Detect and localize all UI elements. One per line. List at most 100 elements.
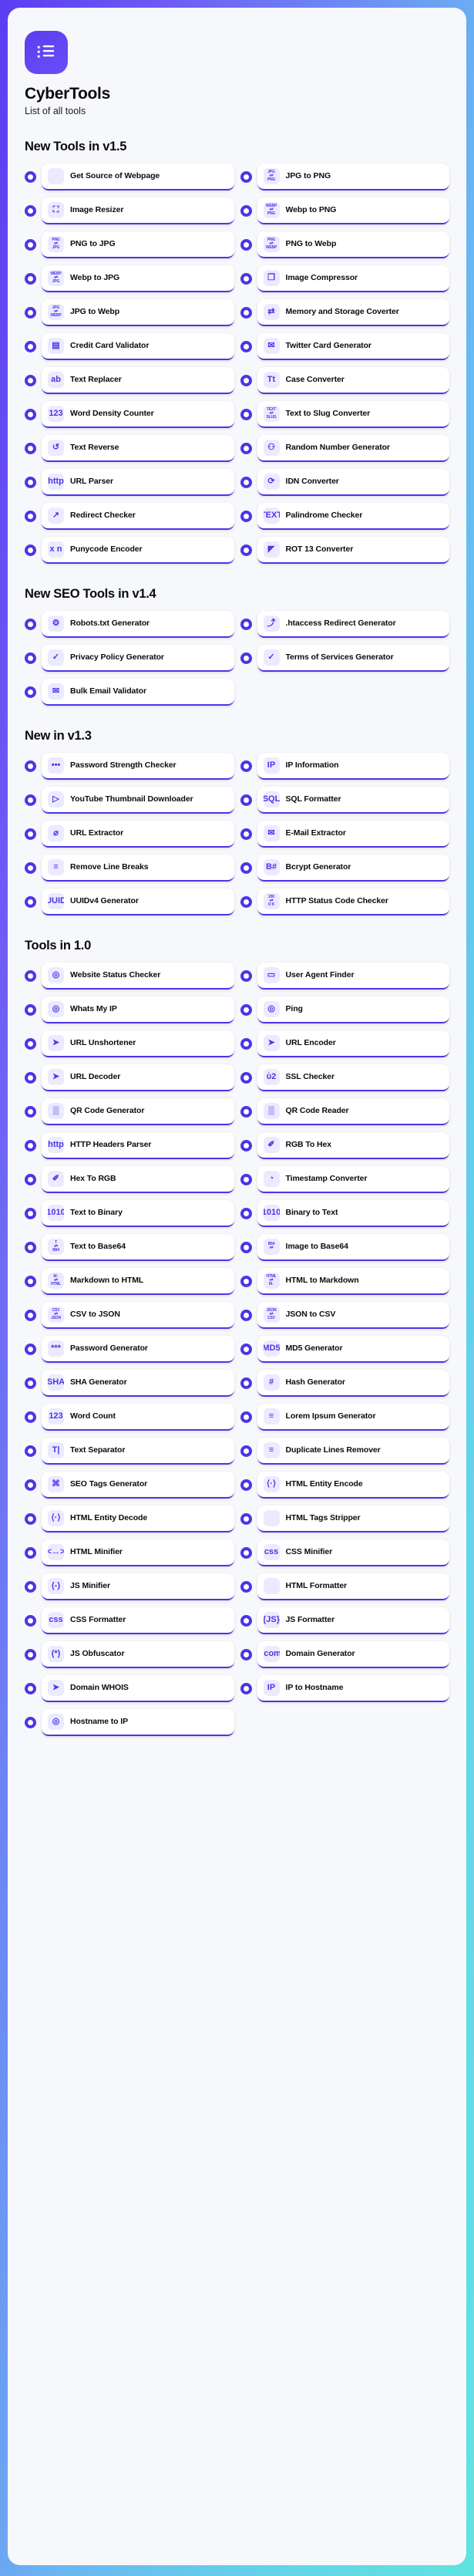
tool-label: HTTP Headers Parser — [70, 1140, 152, 1150]
bullet-marker-icon — [25, 1344, 36, 1355]
tool-link-card[interactable]: ⚇ Random Number Generator — [257, 435, 449, 462]
tool-link-card[interactable]: <↔> HTML Minifier — [42, 1539, 234, 1566]
tool-link-card[interactable]: HTML Tags Stripper — [257, 1505, 449, 1532]
tool-link-card[interactable]: JPG ⇌ PNG JPG to PNG — [257, 164, 449, 191]
tool-link-card[interactable]: B# Bcrypt Generator — [257, 855, 449, 882]
tool-link-card[interactable]: ✉ E-Mail Extractor — [257, 821, 449, 848]
tool-link-card[interactable]: ✉ Bulk Email Validator — [42, 679, 234, 706]
tool-item: ✓ Privacy Policy Generator — [25, 645, 234, 672]
tool-link-card[interactable]: ◎ Ping — [257, 996, 449, 1023]
tool-link-card[interactable]: ✓ Privacy Policy Generator — [42, 645, 234, 672]
tool-link-card[interactable]: ⟨·⟩ HTML Entity Encode — [257, 1472, 449, 1499]
tool-link-card[interactable]: IP IP to Hostname — [257, 1675, 449, 1702]
tool-link-card[interactable]: http URL Parser — [42, 469, 234, 496]
tool-link-card[interactable]: css CSS Minifier — [257, 1539, 449, 1566]
tool-link-card[interactable]: UUID UUIDv4 Generator — [42, 888, 234, 915]
tool-link-card[interactable]: T ⇌ B64 Text to Base64 — [42, 1234, 234, 1261]
tool-link-card[interactable]: 123 Word Density Counter — [42, 401, 234, 428]
tool-link-card[interactable]: MD5 MD5 Generator — [257, 1336, 449, 1363]
tool-link-card[interactable]: ➤ URL Decoder — [42, 1064, 234, 1091]
tool-link-card[interactable]: ↺ Text Reverse — [42, 435, 234, 462]
tool-link-card[interactable]: B64 ⇌ Image to Base64 — [257, 1234, 449, 1261]
password-dots-icon: ••• — [48, 757, 64, 774]
tool-item: 123 Word Density Counter — [25, 401, 234, 428]
tool-link-card[interactable]: ≡ Remove Line Breaks — [42, 855, 234, 882]
tool-link-card[interactable]: ✐ RGB To Hex — [257, 1132, 449, 1159]
idn-converter-icon: ⟳ — [263, 474, 280, 490]
tool-link-card[interactable]: *** Password Generator — [42, 1336, 234, 1363]
tool-link-card[interactable]: M↓ ⇌ HTML Markdown to HTML — [42, 1268, 234, 1295]
bullet-marker-icon — [25, 1445, 36, 1457]
tool-link-card[interactable]: PNG ⇌ JPG PNG to JPG — [42, 231, 234, 258]
tool-link-card[interactable]: http HTTP Headers Parser — [42, 1132, 234, 1159]
bullet-marker-icon — [240, 1174, 252, 1185]
tool-link-card[interactable]: ▷ YouTube Thumbnail Downloader — [42, 787, 234, 814]
tool-link-card[interactable]: ⚙ Robots.txt Generator — [42, 611, 234, 638]
bullet-marker-icon — [25, 239, 36, 251]
tool-link-card[interactable]: # Hash Generator — [257, 1370, 449, 1397]
tool-link-card[interactable]: JPG ⇌ WEBP JPG to Webp — [42, 299, 234, 326]
tool-link-card[interactable]: TEXT ⇌ SLUG Text to Slug Converter — [257, 401, 449, 428]
tool-link-card[interactable]: 1010 Binary to Text — [257, 1200, 449, 1227]
tool-link-card[interactable]: ➤ URL Unshortener — [42, 1030, 234, 1057]
tool-link-card[interactable]: {JS} JS Formatter — [257, 1607, 449, 1634]
tool-link-card[interactable]: HTML Formatter — [257, 1573, 449, 1600]
tool-link-card[interactable]: ▒ QR Code Reader — [257, 1098, 449, 1125]
tool-link-card[interactable]: ▭ User Agent Finder — [257, 963, 449, 990]
tool-link-card[interactable]: ◎ Hostname to IP — [42, 1709, 234, 1736]
tool-label: HTML Formatter — [285, 1581, 348, 1591]
tool-link-card[interactable]: ὑ2 SSL Checker — [257, 1064, 449, 1091]
tool-link-card[interactable]: ≡ Lorem Ipsum Generator — [257, 1404, 449, 1431]
tool-link-card[interactable]: ↗ Redirect Checker — [42, 503, 234, 530]
tool-link-card[interactable]: ✉ Twitter Card Generator — [257, 333, 449, 360]
tool-link-card[interactable]: ➤ URL Encoder — [257, 1030, 449, 1057]
tool-link-card[interactable]: Get Source of Webpage — [42, 164, 234, 191]
tool-link-card[interactable]: ◎ Whats My IP — [42, 996, 234, 1023]
tool-link-card[interactable]: (*) JS Obfuscator — [42, 1641, 234, 1668]
tool-link-card[interactable]: TEXT Palindrome Checker — [257, 503, 449, 530]
tool-link-card[interactable]: 1010 Text to Binary — [42, 1200, 234, 1227]
tool-link-card[interactable]: Tt Case Converter — [257, 367, 449, 394]
tool-link-card[interactable]: ⌘ SEO Tags Generator — [42, 1472, 234, 1499]
tool-link-card[interactable]: ➤ Domain WHOIS — [42, 1675, 234, 1702]
tool-link-card[interactable]: x n Punycode Encoder — [42, 537, 234, 564]
tool-link-card[interactable]: ❐ Image Compressor — [257, 265, 449, 292]
tool-link-card[interactable]: SHA SHA Generator — [42, 1370, 234, 1397]
tool-item: *** Password Generator — [25, 1336, 234, 1363]
tool-link-card[interactable]: 200 ⇌ O K HTTP Status Code Checker — [257, 888, 449, 915]
tool-link-card[interactable]: ⌀ URL Extractor — [42, 821, 234, 848]
tool-link-card[interactable]: PNG ⇌ WEBP PNG to Webp — [257, 231, 449, 258]
tool-link-card[interactable]: ≡ Duplicate Lines Remover — [257, 1438, 449, 1465]
tool-link-card[interactable]: ✐ Hex To RGB — [42, 1166, 234, 1193]
bullet-marker-icon — [25, 1208, 36, 1219]
tool-link-card[interactable]: ▤ Credit Card Validator — [42, 333, 234, 360]
section-title: New in v1.3 — [25, 729, 92, 743]
tool-link-card[interactable]: 123 Word Count — [42, 1404, 234, 1431]
image-base64-icon: B64 ⇌ — [263, 1239, 280, 1255]
signal-icon: ◎ — [48, 967, 64, 983]
tool-link-card[interactable]: ⛶ Image Resizer — [42, 197, 234, 224]
tool-link-card[interactable]: ab Text Replacer — [42, 367, 234, 394]
tool-link-card[interactable]: .com Domain Generator — [257, 1641, 449, 1668]
tool-link-card[interactable]: ••• Password Strength Checker — [42, 753, 234, 780]
tool-link-card[interactable]: css CSS Formatter — [42, 1607, 234, 1634]
tool-link-card[interactable]: T| Text Separator — [42, 1438, 234, 1465]
tool-link-card[interactable]: CSV ⇌ JSON CSV to JSON — [42, 1302, 234, 1329]
tool-link-card[interactable]: ⟨·⟩ HTML Entity Decode — [42, 1505, 234, 1532]
tool-link-card[interactable]: HTML ⇌ M↓ HTML to Markdown — [257, 1268, 449, 1295]
tool-link-card[interactable]: ◔ Timestamp Converter — [257, 1166, 449, 1193]
tool-link-card[interactable]: ⟳ IDN Converter — [257, 469, 449, 496]
tool-link-card[interactable]: ⤴ .htaccess Redirect Generator — [257, 611, 449, 638]
tool-link-card[interactable]: ▒ QR Code Generator — [42, 1098, 234, 1125]
tool-link-card[interactable]: ✓ Terms of Services Generator — [257, 645, 449, 672]
tool-link-card[interactable]: IP IP Information — [257, 753, 449, 780]
tool-link-card[interactable]: ◤ ROT 13 Converter — [257, 537, 449, 564]
bullet-marker-icon — [25, 794, 36, 806]
tool-link-card[interactable]: ⇄ Memory and Storage Coverter — [257, 299, 449, 326]
tool-link-card[interactable]: (-) JS Minifier — [42, 1573, 234, 1600]
tool-link-card[interactable]: SQL SQL Formatter — [257, 787, 449, 814]
tool-link-card[interactable]: JSON ⇌ CSV JSON to CSV — [257, 1302, 449, 1329]
tool-link-card[interactable]: WEBP ⇌ JPG Webp to JPG — [42, 265, 234, 292]
tool-link-card[interactable]: WEBP ⇌ PNG Webp to PNG — [257, 197, 449, 224]
tool-link-card[interactable]: ◎ Website Status Checker — [42, 963, 234, 990]
